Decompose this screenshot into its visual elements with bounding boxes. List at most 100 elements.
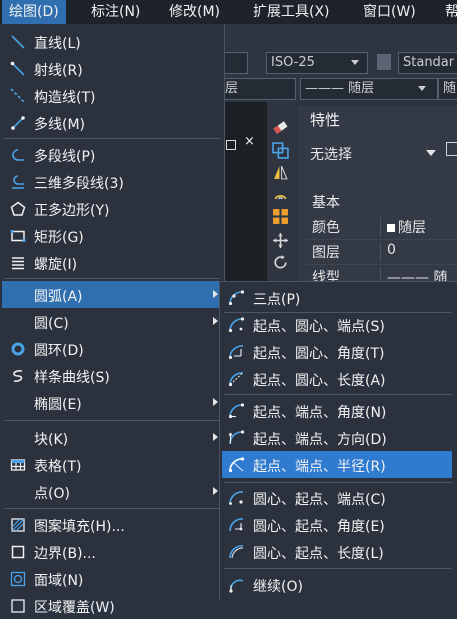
- menu-draw[interactable]: 绘图(D): [2, 0, 66, 24]
- menu-item-label: 样条曲线(S): [34, 370, 110, 386]
- property-row[interactable]: 颜色 随层: [306, 215, 457, 240]
- menu-item-label: 圆(C): [34, 316, 69, 332]
- arc-item-center-start-length[interactable]: 圆心、起点、长度(L): [222, 538, 452, 565]
- menu-item-donut[interactable]: 圆环(D): [2, 335, 222, 362]
- arc-continue-icon: [229, 579, 244, 593]
- offset-icon[interactable]: [272, 186, 289, 203]
- menu-item-construction-line[interactable]: 构造线(T): [2, 82, 222, 109]
- menu-item-label: 直线(L): [34, 36, 81, 52]
- arc-item-start-end-angle[interactable]: 起点、端点、角度(N): [222, 397, 452, 424]
- menu-item-label: 正多边形(Y): [34, 203, 110, 219]
- chevron-down-icon: [418, 86, 426, 91]
- arc-start-end-radius-icon: [228, 457, 245, 473]
- layer-combo-value: 层: [225, 81, 239, 96]
- region-icon: [10, 571, 26, 587]
- spline-icon: [13, 370, 23, 382]
- arc-item-continue[interactable]: 继续(O): [222, 571, 452, 598]
- menu-item-multiline[interactable]: 多线(M): [2, 109, 222, 136]
- boundary-icon: [11, 545, 25, 559]
- menu-item-helix[interactable]: 螺旋(I): [2, 249, 222, 276]
- menu-item-polygon[interactable]: 正多边形(Y): [2, 195, 222, 222]
- arc-start-end-direction-icon: [228, 430, 245, 445]
- menu-window[interactable]: 窗口(W): [356, 0, 423, 24]
- table-style-value: Standar: [403, 55, 455, 70]
- menu-item-label: 多段线(P): [34, 149, 96, 165]
- eraser-icon[interactable]: [272, 118, 289, 135]
- arc-start-center-length-icon: [228, 372, 244, 387]
- selection-dropdown[interactable]: 无选择: [310, 144, 352, 164]
- table-style-combo[interactable]: Standar: [398, 52, 457, 74]
- donut-icon: [11, 342, 25, 356]
- color-swatch: [387, 224, 395, 232]
- move-icon[interactable]: [272, 232, 289, 249]
- menu-item-hatch[interactable]: 图案填充(H)...: [2, 511, 222, 538]
- menu-item-rectangle[interactable]: 矩形(G): [2, 222, 222, 249]
- arc-start-end-angle-icon: [228, 403, 245, 419]
- table-icon: [10, 459, 26, 471]
- arc-item-start-end-radius[interactable]: 起点、端点、半径(R): [222, 451, 452, 478]
- property-value: 随层: [380, 217, 426, 237]
- polyline-icon: [12, 149, 24, 161]
- arc-item-label: 圆心、起点、长度(L): [253, 546, 384, 562]
- arc-item-label: 圆心、起点、角度(E): [253, 519, 385, 535]
- arc-item-label: 继续(O): [253, 579, 303, 595]
- menu-item-arc[interactable]: 圆弧(A): [2, 281, 222, 308]
- copy-icon[interactable]: [272, 142, 289, 159]
- chevron-down-icon: [351, 60, 359, 65]
- mirror-icon[interactable]: [272, 164, 289, 181]
- menu-item-polyline[interactable]: 多段线(P): [2, 141, 222, 168]
- arc-item-label: 起点、圆心、端点(S): [253, 319, 385, 335]
- menu-modify[interactable]: 修改(M): [162, 0, 227, 24]
- rotate-icon[interactable]: [272, 254, 289, 271]
- menu-item-ellipse[interactable]: 椭圆(E): [2, 389, 222, 416]
- layer-combo[interactable]: 层: [220, 78, 296, 100]
- arc-start-center-angle-icon: [228, 345, 244, 360]
- arc-item-start-center-end[interactable]: 起点、圆心、端点(S): [222, 311, 452, 338]
- menu-item-label: 面域(N): [34, 573, 84, 589]
- arc-item-start-end-direction[interactable]: 起点、端点、方向(D): [222, 424, 452, 451]
- menu-item-spline[interactable]: 样条曲线(S): [2, 362, 222, 389]
- arc-item-start-center-length[interactable]: 起点、圆心、长度(A): [222, 365, 452, 392]
- linetype-combo-value: ——— 随层: [305, 81, 375, 96]
- menu-item-circle[interactable]: 圆(C): [2, 308, 222, 335]
- arc-item-center-start-angle[interactable]: 圆心、起点、角度(E): [222, 511, 452, 538]
- menu-item-block[interactable]: 块(K): [2, 424, 222, 451]
- menu-item-label: 多线(M): [34, 117, 86, 133]
- arc-item-center-start-end[interactable]: 圆心、起点、端点(C): [222, 484, 452, 511]
- menu-item-3d-polyline[interactable]: 三维多段线(3): [2, 168, 222, 195]
- menu-help[interactable]: 帮: [438, 0, 457, 24]
- menu-separator: [4, 278, 220, 279]
- close-icon[interactable]: ×: [244, 134, 255, 149]
- style-toolbar: ISO-25 Standar 层 ——— 随层 随: [220, 24, 457, 102]
- menu-item-table[interactable]: 表格(T): [2, 451, 222, 478]
- lineweight-combo[interactable]: 随: [438, 78, 457, 100]
- menu-item-label: 射线(R): [34, 63, 83, 79]
- restore-icon[interactable]: [226, 140, 236, 150]
- arc-item-label: 起点、端点、角度(N): [253, 405, 387, 421]
- polygon-icon: [10, 201, 26, 216]
- menu-item-point[interactable]: 点(O): [2, 478, 222, 505]
- menu-separator: [4, 138, 220, 139]
- menu-item-label: 圆环(D): [34, 343, 84, 359]
- property-row[interactable]: 图层 0: [306, 240, 457, 265]
- menu-item-line[interactable]: 直线(L): [2, 28, 222, 55]
- arc-item-3point[interactable]: 三点(P): [222, 284, 452, 311]
- arc-item-label: 三点(P): [253, 292, 301, 308]
- quick-select-icon[interactable]: [446, 142, 457, 156]
- menu-item-boundary[interactable]: 边界(B)...: [2, 538, 222, 565]
- arc-item-label: 起点、圆心、长度(A): [253, 373, 386, 389]
- menu-item-region[interactable]: 面域(N): [2, 565, 222, 592]
- arc-center-start-end-icon: [229, 491, 244, 505]
- menu-item-wipeout[interactable]: 区域覆盖(W): [2, 592, 222, 619]
- menu-extended-tools[interactable]: 扩展工具(X): [246, 0, 337, 24]
- ray-icon: [10, 61, 25, 76]
- arc-item-label: 起点、端点、半径(R): [253, 459, 386, 475]
- arc-item-start-center-angle[interactable]: 起点、圆心、角度(T): [222, 338, 452, 365]
- menu-item-ray[interactable]: 射线(R): [2, 55, 222, 82]
- menu-dimension[interactable]: 标注(N): [84, 0, 147, 24]
- arc-center-start-angle-icon: [229, 518, 244, 532]
- array-icon[interactable]: [272, 208, 289, 225]
- menu-item-label: 螺旋(I): [34, 257, 78, 273]
- menu-separator: [4, 508, 220, 509]
- menu-separator: [224, 568, 452, 569]
